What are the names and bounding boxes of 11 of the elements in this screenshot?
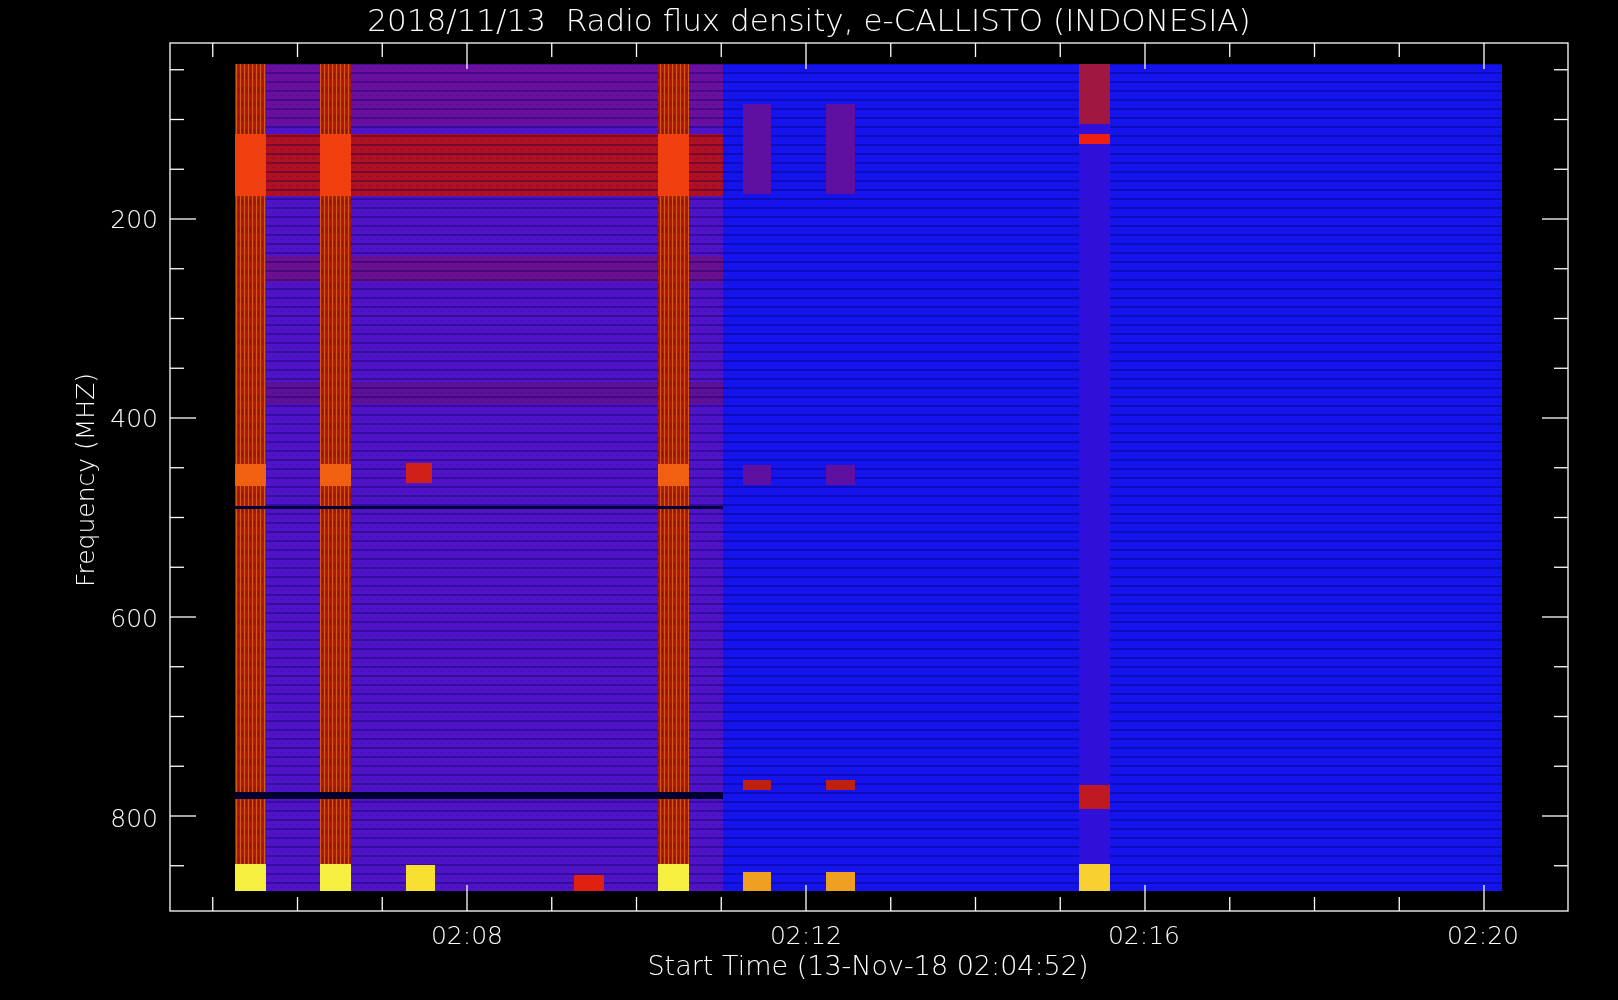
chart-title: 2018/11/13 Radio flux density, e-CALLISTO (INDONESIA) — [367, 2, 1251, 38]
x-tick-label: 02:08 — [431, 921, 503, 950]
y-tick-label: 800 — [110, 804, 158, 833]
y-tick-label: 200 — [110, 205, 158, 234]
x-tick-label: 02:16 — [1108, 921, 1180, 950]
y-tick-label: 400 — [110, 404, 158, 433]
x-tick-label: 02:20 — [1447, 921, 1519, 950]
y-tick-label: 600 — [110, 604, 158, 633]
y-axis-label: Frequency (MHZ) — [71, 372, 100, 588]
x-tick-label: 02:12 — [770, 921, 842, 950]
x-axis-label: Start Time (13-Nov-18 02:04:52) — [647, 950, 1089, 981]
